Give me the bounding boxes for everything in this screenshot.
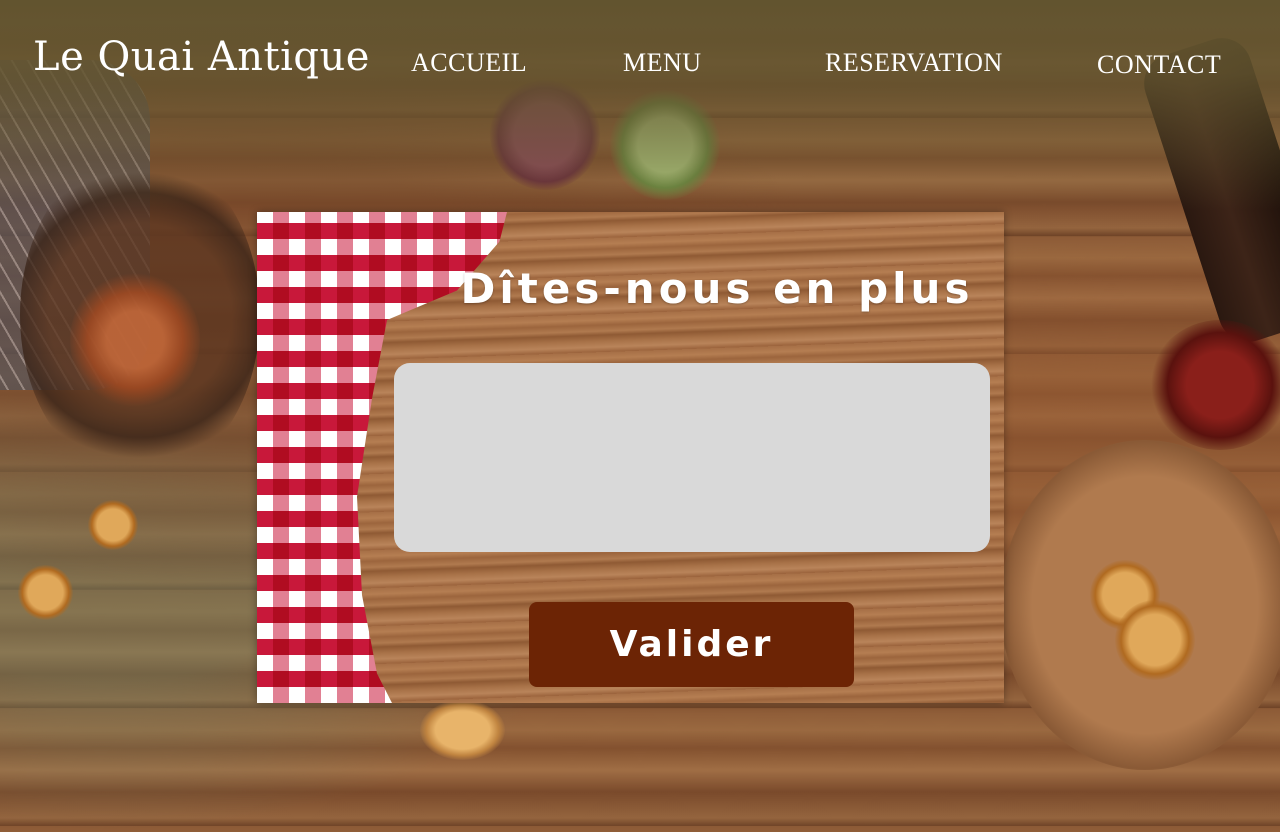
nav-link-menu[interactable]: MENU (623, 48, 702, 78)
main-navigation: Le Quai Antique ACCUEIL MENU RESERVATION… (0, 0, 1280, 120)
background-dried-orange (18, 565, 73, 620)
feedback-form-panel: Dîtes-nous en plus Valider (257, 212, 1004, 703)
nav-link-contact[interactable]: CONTACT (1097, 50, 1221, 80)
site-logo[interactable]: Le Quai Antique (33, 34, 370, 80)
background-dried-orange (88, 500, 138, 550)
message-textarea[interactable] (394, 363, 990, 552)
submit-button[interactable]: Valider (529, 602, 854, 687)
background-wine-glass (1150, 320, 1280, 450)
background-bread-roll (420, 700, 505, 760)
background-dried-orange (1115, 600, 1195, 680)
nav-link-accueil[interactable]: ACCUEIL (411, 48, 527, 78)
background-shrimp (70, 270, 200, 410)
form-title: Dîtes-nous en plus (460, 264, 974, 313)
nav-link-reservation[interactable]: RESERVATION (825, 48, 1003, 78)
